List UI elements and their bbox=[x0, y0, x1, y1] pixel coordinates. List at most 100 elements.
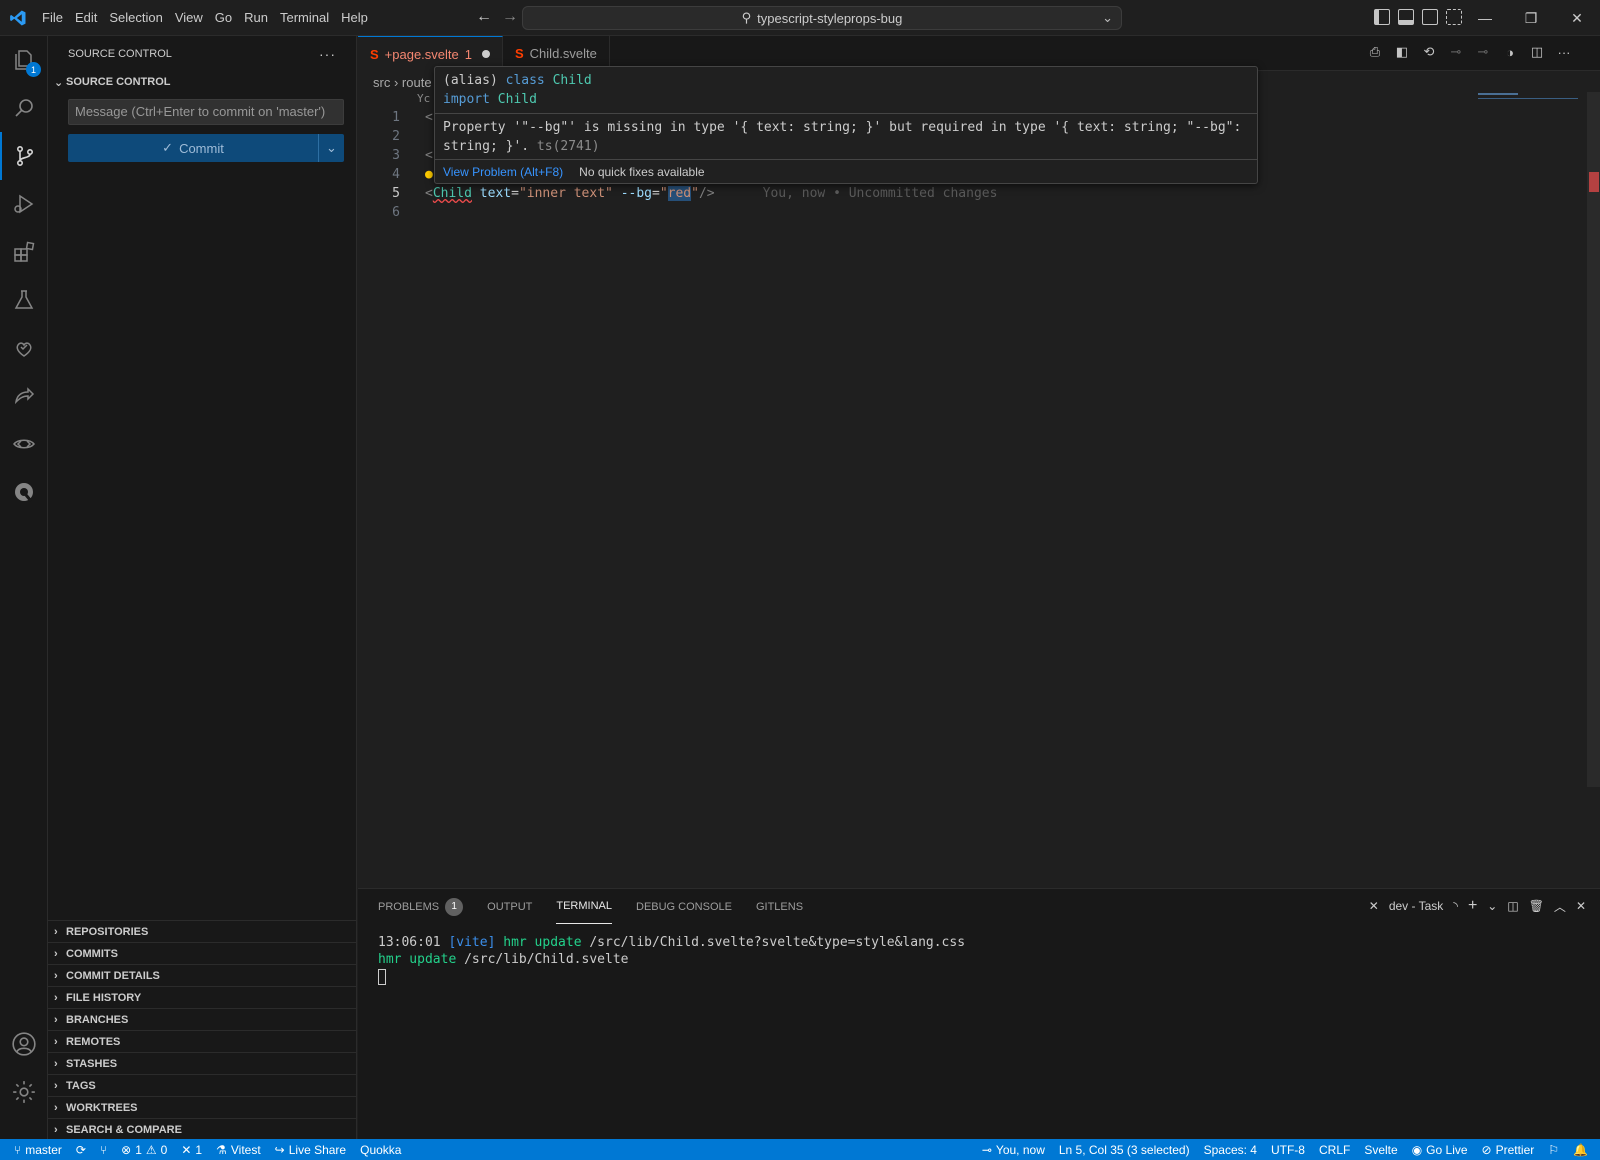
status-language[interactable]: Svelte bbox=[1357, 1143, 1404, 1157]
breadcrumb-item[interactable]: src bbox=[373, 75, 390, 90]
more-actions-icon[interactable]: ··· bbox=[1556, 44, 1572, 60]
sync-icon[interactable]: ⟳ bbox=[69, 1143, 93, 1157]
split-terminal-icon[interactable]: ◫ bbox=[1507, 899, 1518, 913]
status-eol[interactable]: CRLF bbox=[1312, 1143, 1357, 1157]
trash-icon[interactable]: 🗑 bbox=[1529, 899, 1544, 913]
live-share-icon[interactable] bbox=[0, 372, 48, 420]
menu-help[interactable]: Help bbox=[335, 0, 374, 36]
open-changes-icon[interactable]: ⟲ bbox=[1421, 44, 1437, 60]
notifications-bell-icon[interactable]: 🔔 bbox=[1566, 1143, 1600, 1157]
back-arrow-icon[interactable]: ← bbox=[476, 8, 492, 26]
forward-arrow-icon[interactable]: → bbox=[502, 8, 518, 26]
minimap[interactable] bbox=[1470, 92, 1590, 102]
section-repositories[interactable]: › REPOSITORIES bbox=[48, 920, 357, 942]
section-file-history[interactable]: › FILE HISTORY bbox=[48, 986, 357, 1008]
section-remotes[interactable]: › REMOTES bbox=[48, 1030, 357, 1052]
status-problems[interactable]: ⊗ 1 ⚠ 0 bbox=[114, 1143, 174, 1157]
status-vitest[interactable]: ⚗ Vitest bbox=[209, 1143, 268, 1157]
chevron-down-icon[interactable]: ⌄ bbox=[1487, 899, 1497, 913]
lightbulb-icon[interactable]: ● bbox=[400, 165, 433, 184]
menu-view[interactable]: View bbox=[169, 0, 209, 36]
more-actions-icon[interactable]: ··· bbox=[319, 46, 336, 62]
feedback-icon[interactable]: ⚐ bbox=[1541, 1143, 1566, 1157]
terminal-task-label[interactable]: dev - Task bbox=[1389, 899, 1443, 913]
commit-dropdown-chevron-icon[interactable]: ⌄ bbox=[318, 134, 344, 162]
commit-message-input[interactable]: Message (Ctrl+Enter to commit on 'master… bbox=[68, 99, 344, 125]
git-graph-icon[interactable]: ⑂ bbox=[93, 1143, 114, 1157]
menu-run[interactable]: Run bbox=[238, 0, 274, 36]
tab-problems[interactable]: PROBLEMS 1 bbox=[378, 889, 464, 924]
editor-scrollbar[interactable] bbox=[1587, 92, 1600, 787]
testing-icon[interactable] bbox=[0, 276, 48, 324]
quokka-icon[interactable] bbox=[0, 468, 48, 516]
explorer-icon[interactable]: 1 bbox=[0, 36, 48, 84]
status-go-live[interactable]: ◉ Go Live bbox=[1405, 1143, 1475, 1157]
status-live-share[interactable]: ↪ Live Share bbox=[268, 1143, 353, 1157]
status-branch[interactable]: ⑂ master bbox=[0, 1143, 69, 1157]
status-quokka[interactable]: Quokka bbox=[353, 1143, 408, 1157]
gitlens-toggle-icon[interactable]: ◑ bbox=[1502, 44, 1518, 60]
command-center[interactable]: ⚲ typescript-styleprops-bug ⌄ bbox=[522, 6, 1122, 30]
commit-button[interactable]: ✓ Commit bbox=[68, 134, 318, 162]
status-blame[interactable]: ⊸ You, now bbox=[975, 1143, 1052, 1157]
code-text: < bbox=[425, 110, 433, 125]
close-panel-icon[interactable]: ✕ bbox=[1576, 899, 1586, 913]
menu-edit[interactable]: Edit bbox=[69, 0, 103, 36]
previous-change-icon[interactable]: ⊸ bbox=[1448, 44, 1464, 60]
toggle-panel-icon[interactable] bbox=[1398, 9, 1414, 25]
menu-terminal[interactable]: Terminal bbox=[274, 0, 335, 36]
run-debug-icon[interactable] bbox=[0, 180, 48, 228]
section-commit-details[interactable]: › COMMIT DETAILS bbox=[48, 964, 357, 986]
section-search-compare[interactable]: › SEARCH & COMPARE bbox=[48, 1118, 357, 1140]
toggle-sidebar-icon[interactable] bbox=[1374, 9, 1390, 25]
customize-layout-icon[interactable] bbox=[1446, 9, 1462, 25]
search-view-icon[interactable] bbox=[0, 84, 48, 132]
minimize-icon[interactable]: — bbox=[1462, 0, 1508, 36]
new-terminal-icon[interactable]: + bbox=[1468, 897, 1477, 915]
source-control-icon[interactable] bbox=[0, 132, 48, 180]
tab-gitlens[interactable]: GITLENS bbox=[756, 889, 803, 924]
terminal-output[interactable]: 13:06:01 [vite] hmr update /src/lib/Chil… bbox=[358, 924, 1600, 995]
accounts-icon[interactable] bbox=[0, 1020, 48, 1068]
tab-output[interactable]: OUTPUT bbox=[487, 889, 532, 924]
menu-file[interactable]: File bbox=[36, 0, 69, 36]
section-branches[interactable]: › BRANCHES bbox=[48, 1008, 357, 1030]
next-change-icon[interactable]: ⊸ bbox=[1475, 44, 1491, 60]
source-control-section[interactable]: ⌄ SOURCE CONTROL bbox=[48, 71, 356, 93]
unsaved-dot-icon[interactable] bbox=[482, 50, 490, 58]
close-icon[interactable]: ✕ bbox=[1554, 0, 1600, 36]
toggle-secondary-sidebar-icon[interactable] bbox=[1422, 9, 1438, 25]
split-editor-icon[interactable]: ◫ bbox=[1529, 44, 1545, 60]
gitlens-inspect-icon[interactable] bbox=[0, 324, 48, 372]
restore-icon[interactable]: ❐ bbox=[1508, 0, 1554, 36]
tools-icon: ✕ bbox=[181, 1142, 192, 1157]
manage-gear-icon[interactable] bbox=[0, 1068, 48, 1116]
tab-problem-count: 1 bbox=[464, 46, 472, 62]
menu-go[interactable]: Go bbox=[209, 0, 238, 36]
status-text: master bbox=[25, 1142, 62, 1157]
tab-terminal[interactable]: TERMINAL bbox=[556, 889, 612, 924]
status-spaces[interactable]: Spaces: 4 bbox=[1197, 1143, 1264, 1157]
section-stashes[interactable]: › STASHES bbox=[48, 1052, 357, 1074]
status-prettier[interactable]: ⊘ Prettier bbox=[1475, 1143, 1542, 1157]
status-position[interactable]: Ln 5, Col 35 (3 selected) bbox=[1052, 1143, 1197, 1157]
section-worktrees[interactable]: › WORKTREES bbox=[48, 1096, 357, 1118]
maximize-panel-icon[interactable]: ︿ bbox=[1554, 898, 1566, 915]
status-ports[interactable]: ✕ 1 bbox=[174, 1143, 209, 1157]
breadcrumb-item[interactable]: route bbox=[402, 75, 432, 90]
open-preview-icon[interactable]: ◧ bbox=[1394, 44, 1410, 60]
error-code: ts(2741) bbox=[536, 139, 600, 154]
section-commits[interactable]: › COMMITS bbox=[48, 942, 357, 964]
chevron-down-icon[interactable]: ⌄ bbox=[1102, 10, 1113, 26]
section-tags[interactable]: › TAGS bbox=[48, 1074, 357, 1096]
status-encoding[interactable]: UTF-8 bbox=[1264, 1143, 1312, 1157]
section-title: SOURCE CONTROL bbox=[66, 76, 171, 88]
gitlens-icon[interactable] bbox=[0, 420, 48, 468]
tab-debug-console[interactable]: DEBUG CONSOLE bbox=[636, 889, 732, 924]
menu-selection[interactable]: Selection bbox=[103, 0, 168, 36]
extensions-icon[interactable] bbox=[0, 228, 48, 276]
print-icon[interactable]: ⎙ bbox=[1367, 44, 1383, 60]
view-problem-link[interactable]: View Problem (Alt+F8) bbox=[443, 165, 563, 179]
status-text: Vitest bbox=[230, 1142, 261, 1157]
tab-label: OUTPUT bbox=[487, 900, 533, 913]
